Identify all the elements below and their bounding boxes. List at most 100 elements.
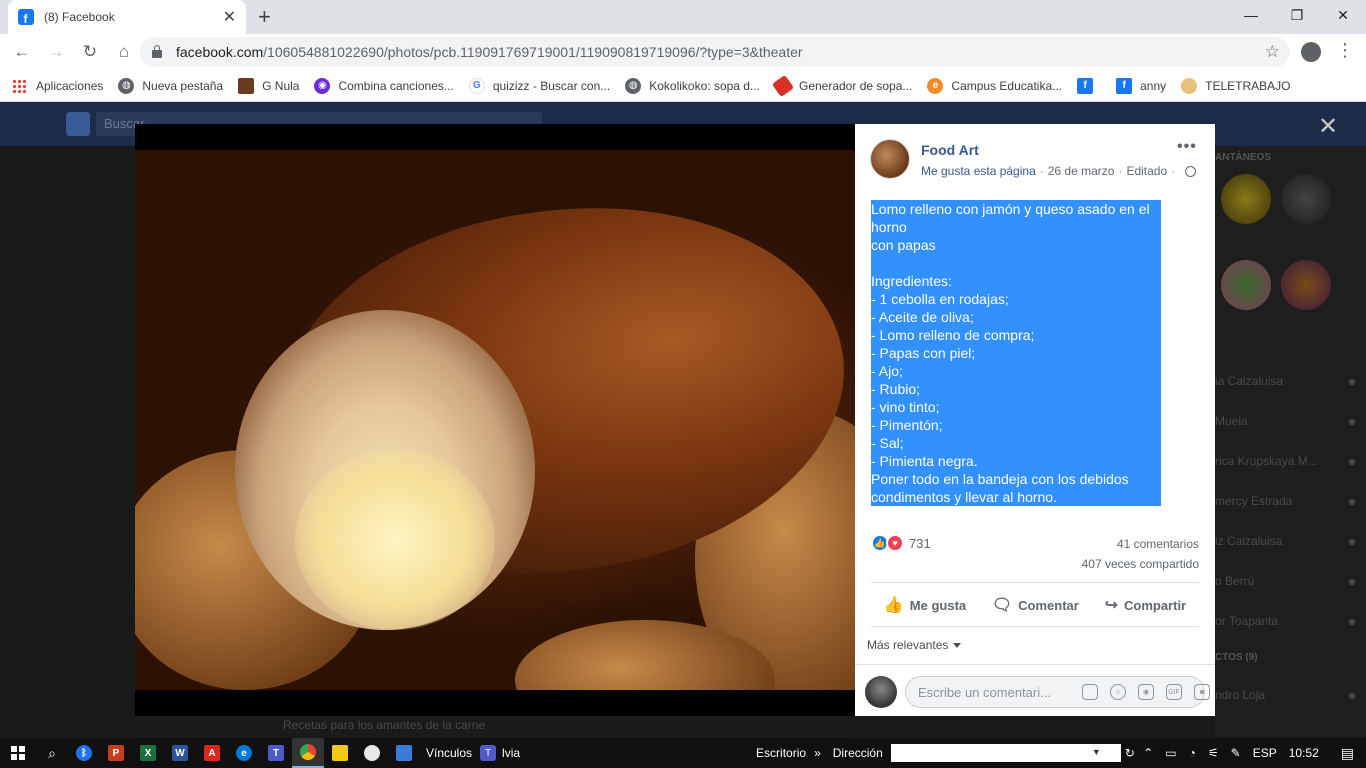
contact-item[interactable]: mercy Estrada [1215,494,1355,508]
back-button[interactable]: ← [6,36,38,68]
minimize-button[interactable]: — [1228,0,1274,30]
comment-box[interactable]: ☺ ◉ GIF ☻ [905,676,1210,708]
bookmark-star-icon[interactable]: ☆ [1265,42,1280,62]
camera-icon[interactable]: ◉ [1138,684,1154,700]
restore-button[interactable]: ❐ [1274,0,1320,30]
links-toolbar-label[interactable]: Vínculos [426,746,472,760]
acrobat-taskbar-button[interactable]: A [196,738,228,768]
contact-name: o Berrú [1215,574,1255,588]
story-thumbnail[interactable] [1221,174,1271,224]
battery-icon[interactable]: ▭ [1165,746,1176,760]
separator: · [1118,164,1123,178]
explorer-taskbar-button[interactable] [324,738,356,768]
chrome-taskbar-button[interactable] [292,738,324,768]
browser-tab[interactable]: f (8) Facebook ✕ [8,0,246,34]
pen-icon[interactable]: ✎ [1231,746,1241,760]
notifications-icon[interactable]: ▤ [1341,745,1354,762]
contact-item[interactable]: rica Krupskaya M... [1215,454,1355,468]
teams-link-label[interactable]: lvia [502,746,520,760]
bookmark-teletrabajo[interactable]: TELETRABAJO [1181,77,1291,94]
chevron-right-icon[interactable]: » [814,746,821,760]
like-page-link[interactable]: Me gusta esta página [921,164,1036,178]
edited-label[interactable]: Editado [1126,164,1167,178]
bluetooth-taskbar-button[interactable]: ᛒ [68,738,100,768]
photo-viewer[interactable] [135,124,855,716]
teams-taskbar-button[interactable]: T [260,738,292,768]
divider [871,626,1199,627]
user-avatar[interactable] [865,676,897,708]
paint-taskbar-button[interactable] [356,738,388,768]
facebook-favicon-icon: f [18,9,34,25]
desktop-toolbar-label[interactable]: Escritorio [756,746,806,760]
page-avatar[interactable] [870,139,910,179]
contact-item[interactable]: o Berrú [1215,574,1355,588]
share-button[interactable]: ↪ Compartir [1105,595,1187,615]
bookmark-g-nula[interactable]: G Nula [238,77,300,94]
close-theater-icon[interactable]: ✕ [1318,112,1338,141]
address-bar[interactable]: facebook.com/106054881022690/photos/pcb.… [140,37,1290,67]
powerpoint-taskbar-button[interactable]: P [100,738,132,768]
bookmark-anny[interactable]: f anny [1116,77,1166,94]
bookmark-quizizz[interactable]: Gquizizz - Buscar con... [468,77,610,94]
chevron-up-icon[interactable]: ⌃ [1143,746,1153,760]
wifi-icon[interactable]: ⚟ [1208,746,1219,760]
pencil-icon [771,74,795,97]
clock[interactable]: 10:52 [1289,746,1319,760]
contact-item[interactable]: ndro Loja [1215,688,1355,702]
comment-input[interactable] [918,684,1064,700]
excel-taskbar-button[interactable]: X [132,738,164,768]
food-photo[interactable] [135,150,855,690]
edge-taskbar-button[interactable]: e [228,738,260,768]
bookmark-campus-educatika[interactable]: e Campus Educatika... [927,77,1062,94]
emoji-icon[interactable]: ☺ [1110,684,1126,700]
search-taskbar-button[interactable]: ⌕ [36,738,68,768]
reload-button[interactable]: ↻ [74,36,106,68]
reactions-summary[interactable]: 👍 ♥ 731 [871,534,931,552]
start-button[interactable] [0,738,36,768]
story-thumbnail[interactable] [1281,174,1331,224]
bookmark-facebook[interactable]: f [1077,77,1101,94]
url-text[interactable]: facebook.com/106054881022690/photos/pcb.… [176,44,803,60]
bookmark-nueva-pestana[interactable]: ◍ Nueva pestaña [118,77,223,94]
selected-text: - Aceite de oliva; [871,309,974,325]
lock-icon[interactable] [152,45,162,58]
contact-item[interactable]: ia Caizaluisa [1215,374,1355,388]
network-icon[interactable]: ◔ [1189,746,1196,760]
page-name-link[interactable]: Food Art [921,142,979,158]
profile-avatar-icon[interactable] [1301,42,1321,62]
language-indicator[interactable]: ESP [1253,746,1277,760]
post-date[interactable]: 26 de marzo [1048,164,1115,178]
chevron-down-icon[interactable]: ▼ [1092,747,1101,757]
bookmark-apps[interactable]: Aplicaciones [12,78,103,93]
like-button[interactable]: 👍 Me gusta [884,595,966,615]
bookmark-generador-sopa[interactable]: Generador de sopa... [771,74,912,97]
home-button[interactable]: ⌂ [108,36,140,68]
story-thumbnail[interactable] [1221,260,1271,310]
shares-count[interactable]: 407 veces compartido [1082,557,1199,571]
comments-count[interactable]: 41 comentarios [1117,537,1199,551]
globe-icon[interactable] [1185,165,1197,177]
comment-composer: ☺ ◉ GIF ☻ [865,676,1210,708]
close-window-button[interactable]: ✕ [1320,0,1366,30]
bookmark-combina-canciones[interactable]: ◉ Combina canciones... [314,77,454,94]
contact-item[interactable]: iz Caizaluisa [1215,534,1355,548]
new-tab-button[interactable]: + [258,4,271,30]
word-taskbar-button[interactable]: W [164,738,196,768]
gif-icon[interactable]: GIF [1166,684,1182,700]
files-taskbar-button[interactable] [388,738,420,768]
comment-button[interactable]: 🗨 Comentar [992,595,1079,615]
tab-close-icon[interactable]: ✕ [223,7,236,27]
contact-item[interactable]: or Toapanta [1215,614,1355,628]
taskbar-address-input[interactable]: ▼ [890,744,1121,762]
sticker-icon[interactable] [1082,684,1098,700]
contact-item[interactable]: Muela [1215,414,1355,428]
bookmark-kokolikoko[interactable]: ◍ Kokolikoko: sopa d... [625,77,760,94]
go-arrow-icon[interactable]: ↻ [1125,746,1135,760]
forward-button[interactable]: → [40,36,72,68]
avatar-sticker-icon[interactable]: ☻ [1194,684,1210,700]
more-options-icon[interactable]: ••• [1177,138,1197,156]
comment-sort-dropdown[interactable]: Más relevantes [867,638,962,652]
story-thumbnail[interactable] [1281,260,1331,310]
browser-menu-icon[interactable]: ⋮ [1336,40,1354,61]
bookmark-label: G Nula [262,78,300,93]
